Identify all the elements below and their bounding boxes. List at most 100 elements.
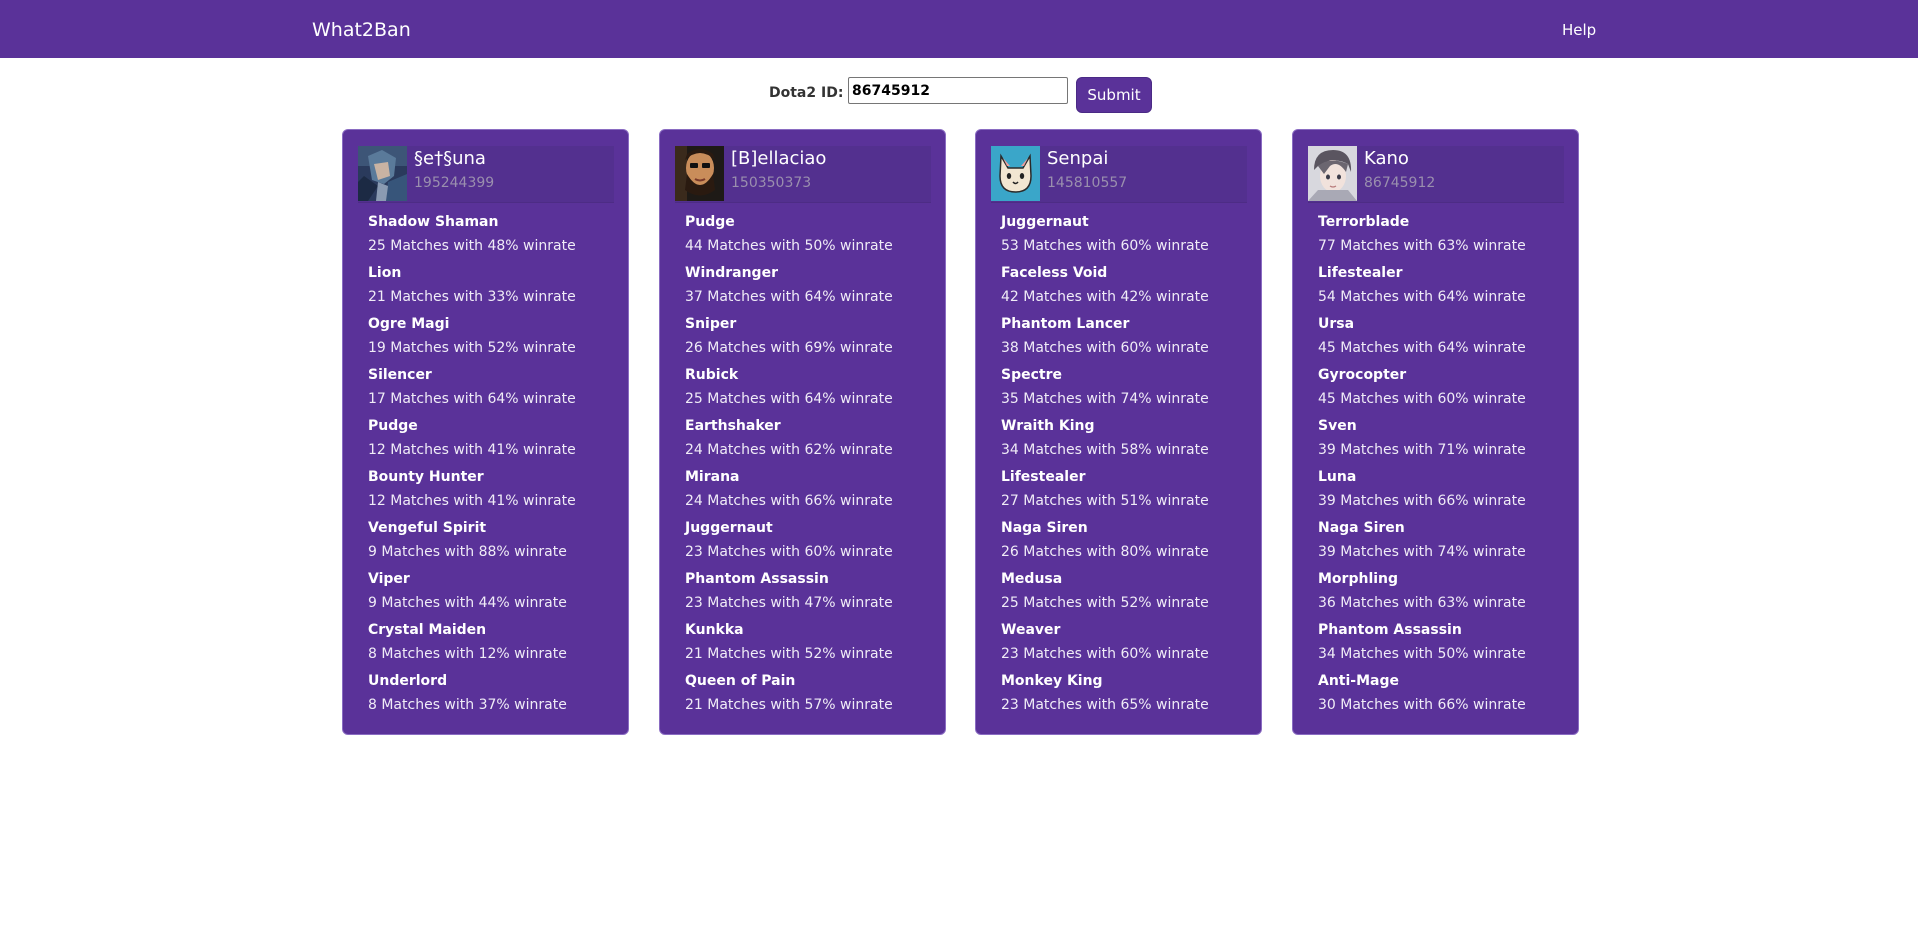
hero-stats: 39 Matches with 66% winrate xyxy=(1318,493,1526,509)
hero-entry: Shadow Shaman 25 Matches with 48% winrate xyxy=(368,213,618,264)
hero-stats: 12 Matches with 41% winrate xyxy=(368,493,576,509)
player-name: [B]ellaciao xyxy=(731,148,827,169)
hero-name: Ogre Magi xyxy=(368,316,450,332)
hero-entry: Anti-Mage 30 Matches with 66% winrate xyxy=(1318,672,1568,723)
dota2-id-input[interactable] xyxy=(848,77,1068,104)
hero-name: Juggernaut xyxy=(685,520,773,536)
hero-stats: 39 Matches with 74% winrate xyxy=(1318,544,1526,560)
top-navbar: What2Ban Help xyxy=(0,0,1918,58)
hero-name: Bounty Hunter xyxy=(368,469,484,485)
hero-entry: Pudge 44 Matches with 50% winrate xyxy=(685,213,935,264)
hero-entry: Phantom Assassin 34 Matches with 50% winr… xyxy=(1318,621,1568,672)
hero-stats: 34 Matches with 50% winrate xyxy=(1318,646,1526,662)
hero-stats: 25 Matches with 64% winrate xyxy=(685,391,893,407)
hero-stats: 9 Matches with 88% winrate xyxy=(368,544,567,560)
hero-stats: 24 Matches with 66% winrate xyxy=(685,493,893,509)
hero-stats: 24 Matches with 62% winrate xyxy=(685,442,893,458)
hero-name: Queen of Pain xyxy=(685,673,796,689)
hero-stats: 77 Matches with 63% winrate xyxy=(1318,238,1526,254)
player-header: [B]ellaciao 150350373 xyxy=(675,146,931,203)
hero-entry: Lifestealer 54 Matches with 64% winrate xyxy=(1318,264,1568,315)
player-card: Kano 86745912 Terrorblade 77 Matches with… xyxy=(1292,129,1579,735)
hero-stats: 8 Matches with 37% winrate xyxy=(368,697,567,713)
hero-entry: Underlord 8 Matches with 37% winrate xyxy=(368,672,618,723)
brand-link[interactable]: What2Ban xyxy=(312,18,411,42)
player-card: Senpai 145810557 Juggernaut 53 Matches wi… xyxy=(975,129,1262,735)
hero-entry: Ursa 45 Matches with 64% winrate xyxy=(1318,315,1568,366)
hero-entry: Naga Siren 26 Matches with 80% winrate xyxy=(1001,519,1251,570)
hero-name: Sniper xyxy=(685,316,737,332)
player-card: [B]ellaciao 150350373 Pudge 44 Matches wi… xyxy=(659,129,946,735)
hero-name: Pudge xyxy=(368,418,418,434)
hero-stats: 44 Matches with 50% winrate xyxy=(685,238,893,254)
player-id: 86745912 xyxy=(1364,175,1436,191)
hero-stats: 39 Matches with 71% winrate xyxy=(1318,442,1526,458)
hero-stats: 35 Matches with 74% winrate xyxy=(1001,391,1209,407)
hero-name: Naga Siren xyxy=(1318,520,1405,536)
hero-stats: 45 Matches with 64% winrate xyxy=(1318,340,1526,356)
hero-name: Spectre xyxy=(1001,367,1062,383)
hero-entry: Phantom Lancer 38 Matches with 60% winrat… xyxy=(1001,315,1251,366)
hero-entry: Wraith King 34 Matches with 58% winrate xyxy=(1001,417,1251,468)
hero-entry: Sven 39 Matches with 71% winrate xyxy=(1318,417,1568,468)
hero-name: Morphling xyxy=(1318,571,1399,587)
hero-name: Luna xyxy=(1318,469,1357,485)
hero-name: Faceless Void xyxy=(1001,265,1108,281)
hero-entry: Lion 21 Matches with 33% winrate xyxy=(368,264,618,315)
hero-entry: Viper 9 Matches with 44% winrate xyxy=(368,570,618,621)
hero-entry: Silencer 17 Matches with 64% winrate xyxy=(368,366,618,417)
hero-entry: Ogre Magi 19 Matches with 52% winrate xyxy=(368,315,618,366)
hero-entry: Faceless Void 42 Matches with 42% winrate xyxy=(1001,264,1251,315)
hero-entry: Queen of Pain 21 Matches with 57% winrate xyxy=(685,672,935,723)
hero-name: Sven xyxy=(1318,418,1357,434)
hero-stats: 17 Matches with 64% winrate xyxy=(368,391,576,407)
player-name: Senpai xyxy=(1047,148,1109,169)
hero-stats: 21 Matches with 33% winrate xyxy=(368,289,576,305)
hero-stats: 30 Matches with 66% winrate xyxy=(1318,697,1526,713)
hero-entry: Earthshaker 24 Matches with 62% winrate xyxy=(685,417,935,468)
hero-entry: Weaver 23 Matches with 60% winrate xyxy=(1001,621,1251,672)
submit-button[interactable]: Submit xyxy=(1076,77,1152,113)
hero-name: Rubick xyxy=(685,367,739,383)
hero-entry: Bounty Hunter 12 Matches with 41% winrate xyxy=(368,468,618,519)
hero-stats: 8 Matches with 12% winrate xyxy=(368,646,567,662)
hero-stats: 23 Matches with 65% winrate xyxy=(1001,697,1209,713)
hero-entry: Pudge 12 Matches with 41% winrate xyxy=(368,417,618,468)
hero-stats: 54 Matches with 64% winrate xyxy=(1318,289,1526,305)
hero-name: Weaver xyxy=(1001,622,1061,638)
hero-entry: Windranger 37 Matches with 64% winrate xyxy=(685,264,935,315)
help-link[interactable]: Help xyxy=(1562,20,1596,40)
hero-name: Vengeful Spirit xyxy=(368,520,487,536)
hero-name: Naga Siren xyxy=(1001,520,1088,536)
hero-entry: Lifestealer 27 Matches with 51% winrate xyxy=(1001,468,1251,519)
hero-name: Shadow Shaman xyxy=(368,214,499,230)
hero-stats: 23 Matches with 47% winrate xyxy=(685,595,893,611)
hero-stats: 26 Matches with 69% winrate xyxy=(685,340,893,356)
hero-name: Terrorblade xyxy=(1318,214,1410,230)
hero-stats: 23 Matches with 60% winrate xyxy=(685,544,893,560)
hero-name: Windranger xyxy=(685,265,778,281)
hero-name: Phantom Assassin xyxy=(1318,622,1462,638)
hero-name: Crystal Maiden xyxy=(368,622,487,638)
hero-stats: 27 Matches with 51% winrate xyxy=(1001,493,1209,509)
hero-entry: Crystal Maiden 8 Matches with 12% winrate xyxy=(368,621,618,672)
hero-entry: Gyrocopter 45 Matches with 60% winrate xyxy=(1318,366,1568,417)
player-header: Senpai 145810557 xyxy=(991,146,1247,203)
hero-entry: Juggernaut 53 Matches with 60% winrate xyxy=(1001,213,1251,264)
hero-name: Juggernaut xyxy=(1001,214,1089,230)
hero-name: Phantom Lancer xyxy=(1001,316,1130,332)
hero-entry: Spectre 35 Matches with 74% winrate xyxy=(1001,366,1251,417)
player-name: §e†§una xyxy=(414,148,486,169)
hero-stats: 37 Matches with 64% winrate xyxy=(685,289,893,305)
hero-entry: Mirana 24 Matches with 66% winrate xyxy=(685,468,935,519)
player-header: §e†§una 195244399 xyxy=(358,146,614,203)
hero-entry: Terrorblade 77 Matches with 63% winrate xyxy=(1318,213,1568,264)
hero-name: Anti-Mage xyxy=(1318,673,1399,689)
player-id: 195244399 xyxy=(414,175,495,191)
hero-name: Silencer xyxy=(368,367,432,383)
player-name: Kano xyxy=(1364,148,1409,169)
hero-entry: Sniper 26 Matches with 69% winrate xyxy=(685,315,935,366)
player-avatar xyxy=(358,146,407,201)
hero-stats: 9 Matches with 44% winrate xyxy=(368,595,567,611)
hero-name: Mirana xyxy=(685,469,740,485)
